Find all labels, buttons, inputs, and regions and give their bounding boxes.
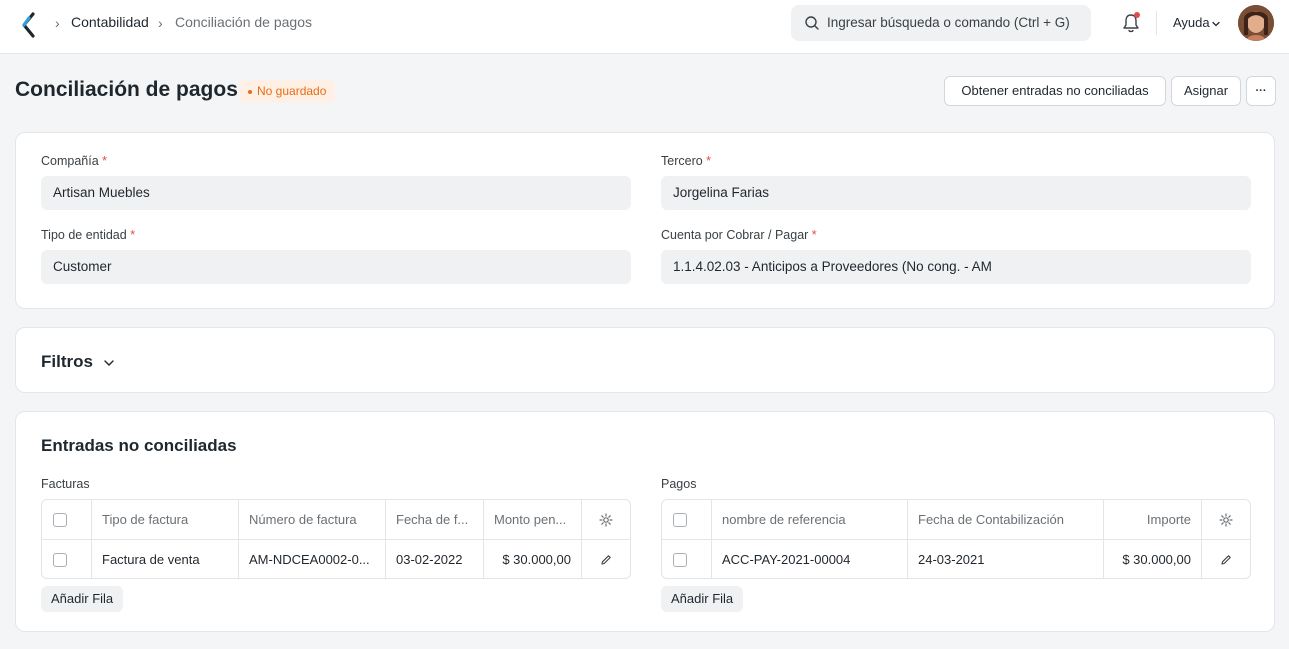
outstanding-amount-cell[interactable]: $ 30.000,00 xyxy=(483,540,581,578)
settings-cell xyxy=(581,500,630,540)
get-unreconciled-entries-button[interactable]: Obtener entradas no conciliadas xyxy=(944,76,1166,106)
reference-name-cell[interactable]: ACC-PAY-2021-00004 xyxy=(711,540,907,578)
more-actions-button[interactable]: ··· xyxy=(1246,76,1276,106)
search-input[interactable]: Ingresar búsqueda o comando (Ctrl + G) xyxy=(827,15,1070,30)
column-header[interactable]: Monto pen... xyxy=(483,500,581,540)
select-all-checkbox[interactable] xyxy=(673,513,687,527)
column-header[interactable]: nombre de referencia xyxy=(711,500,907,540)
table-header-row: nombre de referencia Fecha de Contabiliz… xyxy=(662,500,1250,540)
breadcrumb-contabilidad[interactable]: Contabilidad xyxy=(71,14,149,30)
column-header[interactable]: Fecha de f... xyxy=(385,500,483,540)
select-all-cell xyxy=(42,500,91,540)
row-checkbox[interactable] xyxy=(53,553,67,567)
amount-cell[interactable]: $ 30.000,00 xyxy=(1103,540,1201,578)
select-all-cell xyxy=(662,500,711,540)
row-select-cell xyxy=(42,540,91,578)
notification-dot xyxy=(1134,12,1140,18)
avatar-image xyxy=(1238,5,1274,41)
add-payment-row-button[interactable]: Añadir Fila xyxy=(661,586,744,612)
company-label: Compañía * xyxy=(41,154,108,168)
chevron-right-icon: › xyxy=(158,15,163,31)
settings-cell xyxy=(1201,500,1250,540)
pencil-icon[interactable] xyxy=(600,554,612,566)
edit-cell xyxy=(581,540,630,578)
column-header[interactable]: Importe xyxy=(1103,500,1201,540)
column-header[interactable]: Fecha de Contabilización xyxy=(907,500,1103,540)
chevron-down-icon[interactable] xyxy=(1211,19,1221,29)
gear-icon[interactable] xyxy=(1219,513,1233,527)
status-badge: No guardado xyxy=(239,80,336,103)
app-logo-icon[interactable] xyxy=(18,10,40,40)
navbar: › Contabilidad › Conciliación de pagos I… xyxy=(0,0,1289,54)
avatar[interactable] xyxy=(1238,5,1274,41)
invoice-type-cell[interactable]: Factura de venta xyxy=(91,540,238,578)
page-title: Conciliación de pagos xyxy=(15,78,238,101)
invoice-number-cell[interactable]: AM-NDCEA0002-0... xyxy=(238,540,385,578)
account-field[interactable]: 1.1.4.02.03 - Anticipos a Proveedores (N… xyxy=(661,250,1251,284)
breadcrumb-conciliacion[interactable]: Conciliación de pagos xyxy=(175,14,312,30)
payments-label: Pagos xyxy=(661,477,697,491)
row-checkbox[interactable] xyxy=(673,553,687,567)
unreconciled-entries-card: Entradas no conciliadas Facturas Tipo de… xyxy=(15,411,1275,632)
filters-card[interactable]: Filtros xyxy=(15,327,1275,393)
posting-date-cell[interactable]: 24-03-2021 xyxy=(907,540,1103,578)
party-field[interactable]: Jorgelina Farias xyxy=(661,176,1251,210)
row-select-cell xyxy=(662,540,711,578)
select-all-checkbox[interactable] xyxy=(53,513,67,527)
add-invoice-row-button[interactable]: Añadir Fila xyxy=(41,586,124,612)
account-label: Cuenta por Cobrar / Pagar * xyxy=(661,228,817,242)
edit-cell xyxy=(1201,540,1250,578)
column-header[interactable]: Tipo de factura xyxy=(91,500,238,540)
invoice-date-cell[interactable]: 03-02-2022 xyxy=(385,540,483,578)
pencil-icon[interactable] xyxy=(1220,554,1232,566)
chevron-right-icon: › xyxy=(55,15,60,31)
table-row[interactable]: Factura de venta AM-NDCEA0002-0... 03-02… xyxy=(42,540,630,578)
party-type-field[interactable]: Customer xyxy=(41,250,631,284)
help-menu[interactable]: Ayuda xyxy=(1173,15,1210,30)
invoices-label: Facturas xyxy=(41,477,90,491)
company-field[interactable]: Artisan Muebles xyxy=(41,176,631,210)
table-header-row: Tipo de factura Número de factura Fecha … xyxy=(42,500,630,540)
filters-title[interactable]: Filtros xyxy=(41,352,93,372)
divider xyxy=(1156,11,1157,35)
column-header[interactable]: Número de factura xyxy=(238,500,385,540)
invoices-table: Tipo de factura Número de factura Fecha … xyxy=(41,499,631,579)
party-type-label: Tipo de entidad * xyxy=(41,228,136,242)
party-label: Tercero * xyxy=(661,154,712,168)
search-bar[interactable]: Ingresar búsqueda o comando (Ctrl + G) xyxy=(791,5,1091,41)
payments-table: nombre de referencia Fecha de Contabiliz… xyxy=(661,499,1251,579)
search-icon xyxy=(805,16,819,30)
assign-button[interactable]: Asignar xyxy=(1171,76,1241,106)
gear-icon[interactable] xyxy=(599,513,613,527)
chevron-down-icon[interactable] xyxy=(103,357,115,369)
unreconciled-title: Entradas no conciliadas xyxy=(41,436,237,455)
table-row[interactable]: ACC-PAY-2021-00004 24-03-2021 $ 30.000,0… xyxy=(662,540,1250,578)
main-form-card: Compañía * Artisan Muebles Tercero * Jor… xyxy=(15,132,1275,309)
